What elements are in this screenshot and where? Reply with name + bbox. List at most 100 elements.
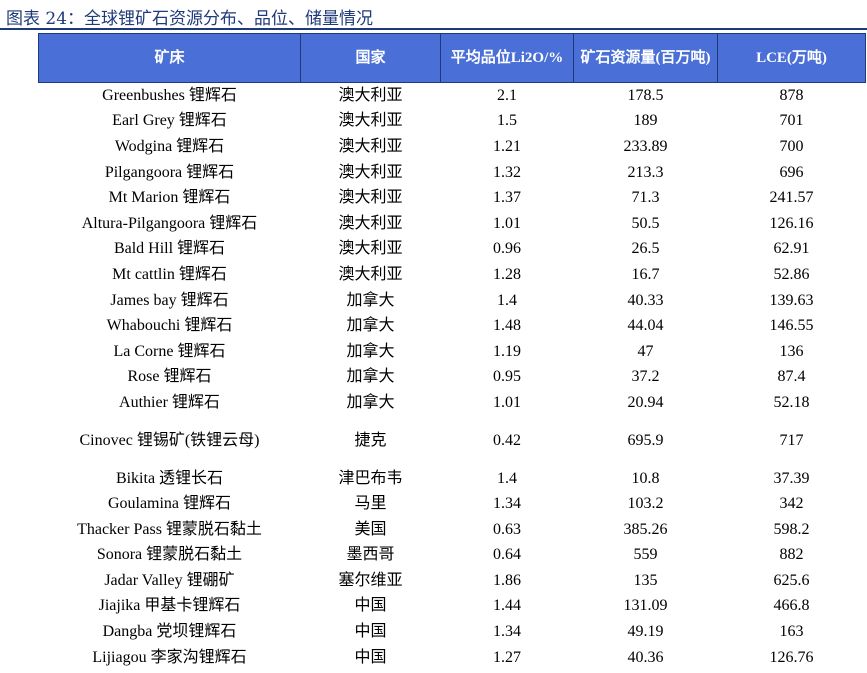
lce-cell: 700 bbox=[779, 137, 804, 155]
grade-cell: 1.19 bbox=[493, 342, 521, 360]
country-cell: 美国 bbox=[354, 520, 387, 538]
deposit-cell: Dangba 党坝锂辉石 bbox=[102, 623, 237, 641]
ore-resource-cell: 20.94 bbox=[627, 393, 664, 411]
deposit-cell: Jiajika 甲基卡锂辉石 bbox=[98, 597, 241, 615]
deposit-cell: Rose 锂辉石 bbox=[127, 368, 212, 386]
country-cell: 加拿大 bbox=[346, 393, 395, 411]
country-cell: 加拿大 bbox=[346, 291, 395, 309]
deposit-cell: Lijiagou 李家沟锂辉石 bbox=[92, 648, 247, 666]
header-country: 国家 bbox=[300, 33, 441, 83]
header-lce: LCE(万吨) bbox=[717, 33, 866, 83]
country-cell: 澳大利亚 bbox=[338, 265, 403, 283]
ore-resource-cell: 559 bbox=[633, 546, 658, 564]
ore-resource-cell: 135 bbox=[633, 571, 658, 589]
lce-cell: 241.57 bbox=[769, 189, 814, 207]
country-cell: 中国 bbox=[354, 648, 387, 666]
table-row: Wodgina 锂辉石 澳大利亚 1.21 233.89 700 bbox=[39, 134, 866, 160]
country-cell: 澳大利亚 bbox=[338, 189, 403, 207]
header-deposit: 矿床 bbox=[38, 33, 301, 83]
ore-resource-cell: 44.04 bbox=[627, 317, 664, 335]
table-row: Goulamina 锂辉石 马里 1.34 103.2 342 bbox=[39, 491, 866, 517]
ore-resource-cell: 189 bbox=[633, 112, 658, 130]
grade-cell: 1.01 bbox=[493, 393, 521, 411]
country-cell: 澳大利亚 bbox=[338, 214, 403, 232]
lce-cell: 62.91 bbox=[773, 240, 810, 258]
figure-title: 图表 24：全球锂矿石资源分布、品位、储量情况 bbox=[6, 9, 374, 29]
country-cell: 加拿大 bbox=[346, 317, 395, 335]
table-row: Thacker Pass 锂蒙脱石黏土 美国 0.63 385.26 598.2 bbox=[39, 517, 866, 543]
ore-resource-cell: 178.5 bbox=[627, 86, 664, 104]
ore-resource-cell: 233.89 bbox=[623, 137, 668, 155]
table-row: Sonora 锂蒙脱石黏土 墨西哥 0.64 559 882 bbox=[39, 543, 866, 569]
grade-cell: 0.96 bbox=[493, 240, 521, 258]
deposit-cell: Greenbushes 锂辉石 bbox=[102, 86, 237, 104]
title-bar: 图表 24：全球锂矿石资源分布、品位、储量情况 bbox=[0, 0, 867, 30]
lce-cell: 717 bbox=[779, 431, 804, 449]
ore-resource-cell: 47 bbox=[637, 342, 654, 360]
country-cell: 澳大利亚 bbox=[338, 137, 403, 155]
lce-cell: 37.39 bbox=[773, 469, 810, 487]
country-cell: 马里 bbox=[354, 495, 387, 513]
ore-resource-cell: 213.3 bbox=[627, 163, 664, 181]
grade-cell: 2.1 bbox=[497, 86, 517, 104]
grade-cell: 0.64 bbox=[493, 546, 521, 564]
deposit-cell: James bay 锂辉石 bbox=[110, 291, 229, 309]
ore-resource-cell: 131.09 bbox=[623, 597, 668, 615]
deposit-cell: Mt Marion 锂辉石 bbox=[108, 189, 231, 207]
deposit-cell: Mt cattlin 锂辉石 bbox=[112, 265, 227, 283]
country-cell: 澳大利亚 bbox=[338, 163, 403, 181]
lce-cell: 701 bbox=[779, 112, 804, 130]
country-cell: 津巴布韦 bbox=[338, 469, 403, 487]
country-cell: 中国 bbox=[354, 597, 387, 615]
header-grade: 平均品位Li2O/% bbox=[440, 33, 574, 83]
deposit-cell: Earl Grey 锂辉石 bbox=[112, 112, 227, 130]
grade-cell: 1.48 bbox=[493, 317, 521, 335]
table-row: Authier 锂辉石 加拿大 1.01 20.94 52.18 bbox=[39, 390, 866, 416]
grade-cell: 1.4 bbox=[497, 291, 517, 309]
ore-resource-cell: 10.8 bbox=[631, 469, 660, 487]
lce-cell: 466.8 bbox=[773, 597, 810, 615]
ore-resource-cell: 50.5 bbox=[631, 214, 660, 232]
lce-cell: 878 bbox=[779, 86, 804, 104]
country-cell: 加拿大 bbox=[346, 342, 395, 360]
grade-cell: 1.4 bbox=[497, 469, 517, 487]
grade-cell: 1.21 bbox=[493, 137, 521, 155]
country-cell: 中国 bbox=[354, 623, 387, 641]
lce-cell: 146.55 bbox=[769, 317, 814, 335]
lce-cell: 52.18 bbox=[773, 393, 810, 411]
grade-cell: 1.37 bbox=[493, 189, 521, 207]
lce-cell: 126.16 bbox=[769, 214, 814, 232]
grade-cell: 1.28 bbox=[493, 265, 521, 283]
table-row: Bikita 透锂长石 津巴布韦 1.4 10.8 37.39 bbox=[39, 466, 866, 492]
table-row: Mt Marion 锂辉石 澳大利亚 1.37 71.3 241.57 bbox=[39, 185, 866, 211]
table-row: Lijiagou 李家沟锂辉石 中国 1.27 40.36 126.76 bbox=[39, 645, 866, 671]
grade-cell: 0.95 bbox=[493, 368, 521, 386]
grade-cell: 1.5 bbox=[497, 112, 517, 130]
table-body: Greenbushes 锂辉石 澳大利亚 2.1 178.5 878 Earl Grey … bbox=[39, 83, 866, 671]
grade-cell: 1.34 bbox=[493, 495, 521, 513]
country-cell: 捷克 bbox=[354, 431, 387, 449]
grade-cell: 0.63 bbox=[493, 520, 521, 538]
table-row: Earl Grey 锂辉石 澳大利亚 1.5 189 701 bbox=[39, 109, 866, 135]
deposit-cell: Bald Hill 锂辉石 bbox=[113, 240, 226, 258]
country-cell: 墨西哥 bbox=[346, 546, 395, 564]
header-row: 矿床 国家 平均品位Li2O/% 矿石资源量(百万吨) LCE(万吨) bbox=[38, 33, 866, 83]
table-row: La Corne 锂辉石 加拿大 1.19 47 136 bbox=[39, 339, 866, 365]
lce-cell: 136 bbox=[779, 342, 804, 360]
deposit-cell: Thacker Pass 锂蒙脱石黏土 bbox=[77, 520, 262, 538]
ore-resource-cell: 40.36 bbox=[627, 648, 664, 666]
deposit-cell: Cinovec 锂锡矿(铁锂云母) bbox=[79, 431, 260, 449]
country-cell: 澳大利亚 bbox=[338, 86, 403, 104]
lce-cell: 625.6 bbox=[773, 571, 810, 589]
ore-resource-cell: 385.26 bbox=[623, 520, 668, 538]
lce-cell: 139.63 bbox=[769, 291, 814, 309]
table-row: James bay 锂辉石 加拿大 1.4 40.33 139.63 bbox=[39, 288, 866, 314]
deposit-cell: Jadar Valley 锂硼矿 bbox=[104, 571, 235, 589]
lce-cell: 52.86 bbox=[773, 265, 810, 283]
country-cell: 塞尔维亚 bbox=[338, 571, 403, 589]
ore-resource-cell: 16.7 bbox=[631, 265, 660, 283]
grade-cell: 1.27 bbox=[493, 648, 521, 666]
grade-cell: 1.34 bbox=[493, 623, 521, 641]
ore-resource-cell: 40.33 bbox=[627, 291, 664, 309]
lce-cell: 126.76 bbox=[769, 648, 814, 666]
